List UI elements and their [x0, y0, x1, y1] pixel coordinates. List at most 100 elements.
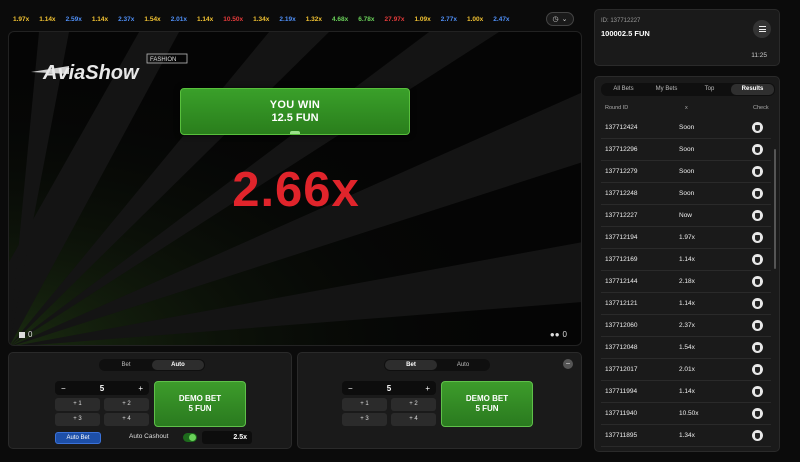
bet-amount-stepper[interactable]: − 5 +: [55, 381, 149, 395]
multiplier-history-item: 6.78x: [358, 15, 375, 23]
auto-cashout-toggle[interactable]: [183, 433, 197, 442]
menu-button[interactable]: [753, 20, 771, 38]
quick-add-3[interactable]: + 3: [342, 413, 387, 426]
verify-button[interactable]: [752, 144, 763, 155]
multiplier-history-item: 1.14x: [196, 15, 214, 23]
quick-add-1[interactable]: + 1: [55, 398, 100, 411]
shield-icon: [755, 234, 760, 241]
bet-panel-right: Bet Auto − − 5 + + 1 + 2 + 3 + 4 DEMO BE…: [297, 352, 582, 449]
bets-count: 0: [28, 330, 33, 339]
round-id: 137712424: [605, 124, 638, 131]
verify-button[interactable]: [752, 276, 763, 287]
hamburger-icon: [758, 26, 766, 27]
quick-add-4[interactable]: + 4: [391, 413, 436, 426]
users-icon: ●●: [549, 330, 560, 339]
win-title: YOU WIN: [269, 98, 321, 111]
multiplier-history-item: 10.50x: [223, 15, 244, 23]
verify-button[interactable]: [752, 386, 763, 397]
scrollbar[interactable]: [774, 149, 776, 269]
tab-results[interactable]: Results: [731, 84, 774, 95]
bet-amount-value[interactable]: 5: [387, 384, 391, 393]
svg-text:AviaShow: AviaShow: [42, 62, 140, 84]
quick-add-1[interactable]: + 1: [342, 398, 387, 411]
remove-panel-button[interactable]: −: [563, 359, 573, 369]
verify-button[interactable]: [752, 254, 763, 265]
bet-amount-stepper[interactable]: − 5 +: [342, 381, 436, 395]
multiplier-history-item: 27.97x: [384, 15, 405, 23]
tab-top[interactable]: Top: [688, 84, 731, 95]
result-row: 1377118212.19x: [601, 447, 771, 451]
round-multiplier: 2.18x: [679, 278, 695, 285]
multiplier-history-item: 2.47x: [493, 15, 510, 23]
verify-button[interactable]: [752, 430, 763, 441]
tab-auto[interactable]: Auto: [152, 360, 204, 370]
round-multiplier: 1.34x: [679, 432, 695, 439]
history-button[interactable]: ◷ ⌄: [546, 12, 574, 26]
minus-button[interactable]: −: [61, 384, 66, 393]
demo-bet-button[interactable]: DEMO BET 5 FUN: [154, 381, 246, 427]
shield-icon: [755, 432, 760, 439]
auto-cashout-input[interactable]: 2.5x: [202, 431, 252, 444]
shield-icon: [755, 124, 760, 131]
round-id: 137711940: [605, 410, 638, 417]
shield-icon: [755, 410, 760, 417]
verify-button[interactable]: [752, 188, 763, 199]
round-multiplier: Soon: [679, 168, 695, 175]
multiplier-history-item: 2.77x: [440, 15, 457, 23]
demo-bet-amount: 5 FUN: [475, 404, 499, 413]
round-multiplier: 1.54x: [679, 344, 695, 351]
quick-add-3[interactable]: + 3: [55, 413, 100, 426]
tab-bet[interactable]: Bet: [100, 360, 152, 370]
tab-all-bets[interactable]: All Bets: [602, 84, 645, 95]
round-multiplier: 10.50x: [679, 410, 699, 417]
result-row: 137712248 Soon: [601, 183, 771, 205]
verify-button[interactable]: [752, 166, 763, 177]
plus-button[interactable]: +: [425, 384, 430, 393]
result-row: 137712121 1.14x: [601, 293, 771, 315]
tab-my-bets[interactable]: My Bets: [645, 84, 688, 95]
round-multiplier: Soon: [679, 124, 695, 131]
result-row: 137712169 1.14x: [601, 249, 771, 271]
verify-button[interactable]: [752, 320, 763, 331]
verify-button[interactable]: [752, 232, 763, 243]
result-row: 137712227 Now: [601, 205, 771, 227]
round-id: 137712248: [605, 190, 638, 197]
quick-add-4[interactable]: + 4: [104, 413, 149, 426]
round-id: 137712194: [605, 234, 638, 241]
minus-button[interactable]: −: [348, 384, 353, 393]
round-multiplier: 2.01x: [679, 366, 695, 373]
results-header: Round ID x Check: [605, 105, 775, 115]
demo-bet-amount: 5 FUN: [188, 404, 212, 413]
win-banner: YOU WIN 12.5 FUN: [180, 88, 410, 135]
verify-button[interactable]: [752, 364, 763, 375]
verify-button[interactable]: [752, 298, 763, 309]
quick-add-2[interactable]: + 2: [104, 398, 149, 411]
multiplier-history-item: 1.00x: [467, 15, 484, 23]
quick-add-2[interactable]: + 2: [391, 398, 436, 411]
bet-amount-value[interactable]: 5: [100, 384, 104, 393]
round-multiplier: Soon: [679, 190, 695, 197]
demo-bet-button[interactable]: DEMO BET 5 FUN: [441, 381, 533, 427]
round-multiplier: 2.37x: [679, 322, 695, 329]
round-id: 137712169: [605, 256, 638, 263]
bets-counter: 0: [19, 330, 32, 339]
header-x: x: [685, 105, 688, 111]
round-multiplier: 1.97x: [679, 234, 695, 241]
round-id: 137712017: [605, 366, 638, 373]
plus-button[interactable]: +: [138, 384, 143, 393]
round-id: 137712121: [605, 300, 638, 307]
players-counter: ●● 0: [550, 330, 567, 339]
verify-button[interactable]: [752, 122, 763, 133]
auto-bet-button[interactable]: Auto Bet: [55, 432, 101, 444]
multiplier-history-item: 4.68x: [331, 15, 349, 23]
round-id: 137712048: [605, 344, 638, 351]
shield-icon: [755, 212, 760, 219]
verify-button[interactable]: [752, 342, 763, 353]
verify-button[interactable]: [752, 210, 763, 221]
multiplier-history-item: 2.01x: [170, 15, 187, 23]
tab-bet[interactable]: Bet: [385, 360, 437, 370]
demo-bet-label: DEMO BET: [465, 394, 509, 403]
tab-auto[interactable]: Auto: [437, 360, 489, 370]
verify-button[interactable]: [752, 408, 763, 419]
result-row: 137712424 Soon: [601, 117, 771, 139]
